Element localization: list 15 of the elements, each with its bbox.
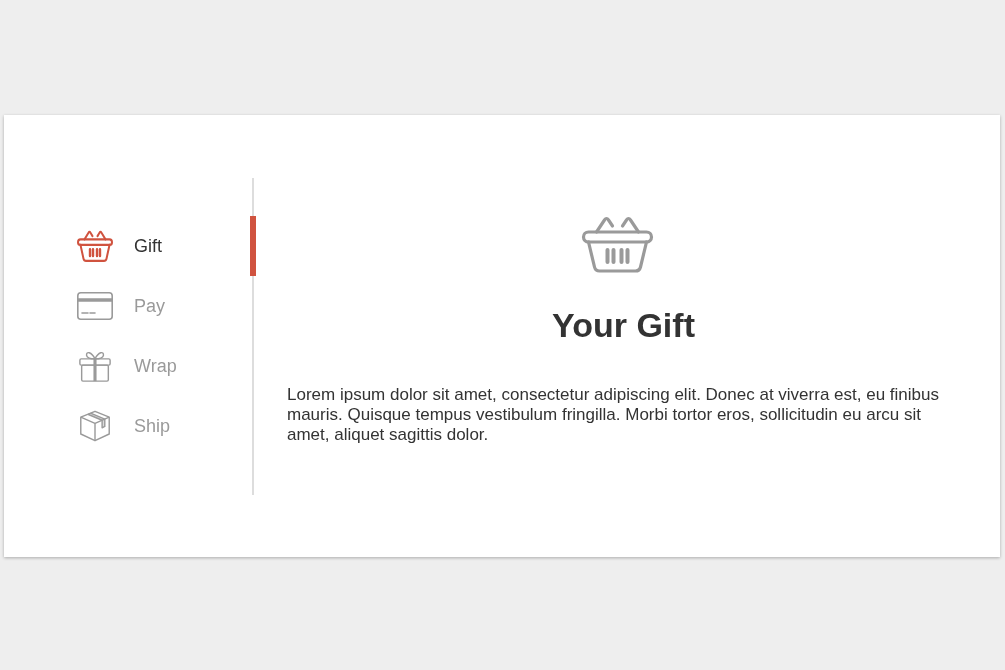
tab-label: Ship: [134, 415, 171, 437]
sidebar-tab[interactable]: Pay: [77, 276, 256, 336]
credit-card-icon: [77, 290, 113, 322]
gift-box-icon: [77, 350, 113, 382]
basket-icon: [581, 215, 654, 273]
tab-label: Pay: [134, 295, 166, 317]
tab-label: Gift: [134, 235, 162, 257]
panel-body-text: Lorem ipsum dolor sit amet, consectetur adipiscing elit. Donec at viverra est, eu finibus mauris. Quisque tempus vestibulum fringilla. Morbi tortor eros, sollicitudin eu arcu sit amet, aliquet sagittis dolor.: [287, 385, 940, 445]
cardboard-box-icon: [77, 410, 113, 442]
tab-label: Wrap: [134, 355, 177, 377]
panel-title: Your Gift: [552, 305, 695, 345]
sidebar-tab[interactable]: Wrap: [77, 336, 256, 396]
sidebar-tab[interactable]: Ship: [77, 396, 256, 456]
basket-icon: [77, 230, 113, 262]
sidebar-tab[interactable]: Gift: [77, 216, 256, 276]
